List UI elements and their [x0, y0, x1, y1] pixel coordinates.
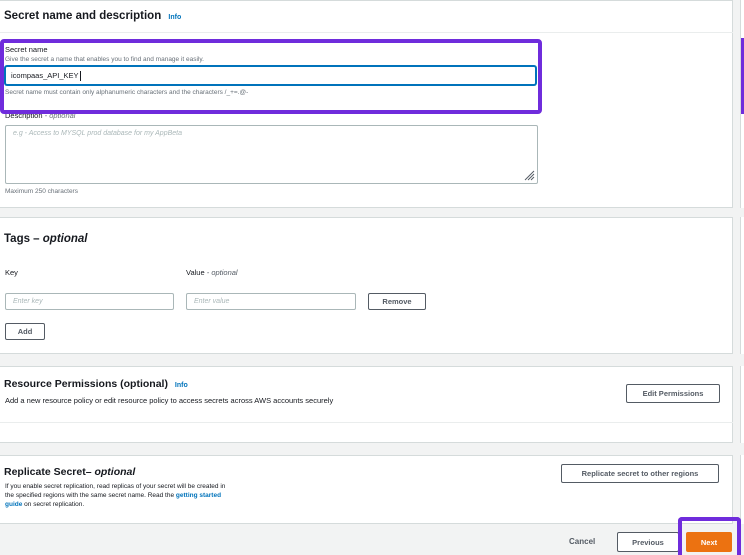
replicate-text-3: on secret replication. [24, 501, 85, 508]
tags-header: Tags – optional [4, 233, 88, 245]
cancel-button[interactable]: Cancel [569, 537, 595, 546]
previous-button[interactable]: Previous [617, 532, 679, 552]
description-label: Description - optional [5, 111, 75, 120]
secret-name-value: icompaas_API_KEY [11, 71, 79, 80]
permissions-divider [0, 422, 733, 423]
secret-name-input[interactable]: icompaas_API_KEY [5, 66, 536, 85]
permissions-info-link[interactable]: Info [175, 382, 188, 389]
replicate-text-line-3: guide on secret replication. [5, 501, 84, 508]
replicate-text-line-1: If you enable secret replication, read r… [5, 483, 226, 490]
guide-link[interactable]: guide [5, 501, 22, 508]
tag-value-optional: - optional [206, 268, 238, 277]
replicate-title: Replicate Secret– [4, 466, 92, 478]
getting-started-link[interactable]: getting started [176, 492, 221, 499]
next-button[interactable]: Next [686, 532, 732, 552]
secret-section-header: Secret name and description Info [4, 10, 181, 22]
permissions-panel: Resource Permissions (optional) Info Add… [0, 366, 733, 443]
tag-key-placeholder: Enter key [13, 298, 43, 305]
description-limit: Maximum 250 characters [5, 188, 78, 195]
secret-name-panel: Secret name and description Info Secret … [0, 0, 733, 208]
remove-tag-button[interactable]: Remove [368, 293, 426, 310]
replicate-panel: Replicate Secret– optional If you enable… [0, 455, 733, 524]
secret-info-link[interactable]: Info [168, 14, 181, 21]
tag-key-input[interactable]: Enter key [5, 293, 174, 310]
tags-panel: Tags – optional Key Value - optional Ent… [0, 217, 733, 354]
header-divider [0, 32, 733, 33]
description-textarea[interactable]: e.g - Access to MYSQL prod database for … [5, 125, 538, 184]
permissions-title: Resource Permissions (optional) [4, 378, 168, 390]
side-strip-3 [740, 366, 744, 443]
side-strip-2 [740, 217, 744, 354]
footer-bar: Cancel Previous Next [0, 524, 744, 555]
add-tag-button[interactable]: Add [5, 323, 45, 340]
tags-title: Tags – [4, 233, 40, 245]
secret-name-hint: Give the secret a name that enables you … [5, 56, 204, 63]
tags-optional: optional [42, 233, 88, 245]
tag-value-label-text: Value [186, 268, 205, 277]
tag-value-label: Value - optional [186, 268, 238, 277]
permissions-header: Resource Permissions (optional) Info [4, 378, 188, 390]
secret-name-label: Secret name [5, 45, 48, 54]
resize-handle-icon[interactable] [523, 169, 535, 181]
replicate-optional: optional [94, 466, 136, 478]
secret-name-constraint: Secret name must contain only alphanumer… [5, 89, 249, 96]
tag-value-input[interactable]: Enter value [186, 293, 356, 310]
replicate-secret-button[interactable]: Replicate secret to other regions [561, 464, 719, 483]
edit-permissions-button[interactable]: Edit Permissions [626, 384, 720, 403]
replicate-text-2: the specified regions with the same secr… [5, 492, 175, 499]
replicate-header: Replicate Secret– optional [4, 466, 135, 478]
tag-value-placeholder: Enter value [194, 298, 230, 305]
description-optional: - optional [44, 111, 76, 120]
tag-key-label: Key [5, 268, 18, 277]
permissions-description: Add a new resource policy or edit resour… [5, 396, 334, 405]
text-cursor [79, 70, 81, 81]
description-placeholder: e.g - Access to MYSQL prod database for … [13, 130, 182, 137]
replicate-text-line-2: the specified regions with the same secr… [5, 492, 221, 499]
description-label-text: Description [5, 111, 43, 120]
side-strip-4 [740, 455, 744, 524]
secret-section-title: Secret name and description [4, 10, 162, 22]
